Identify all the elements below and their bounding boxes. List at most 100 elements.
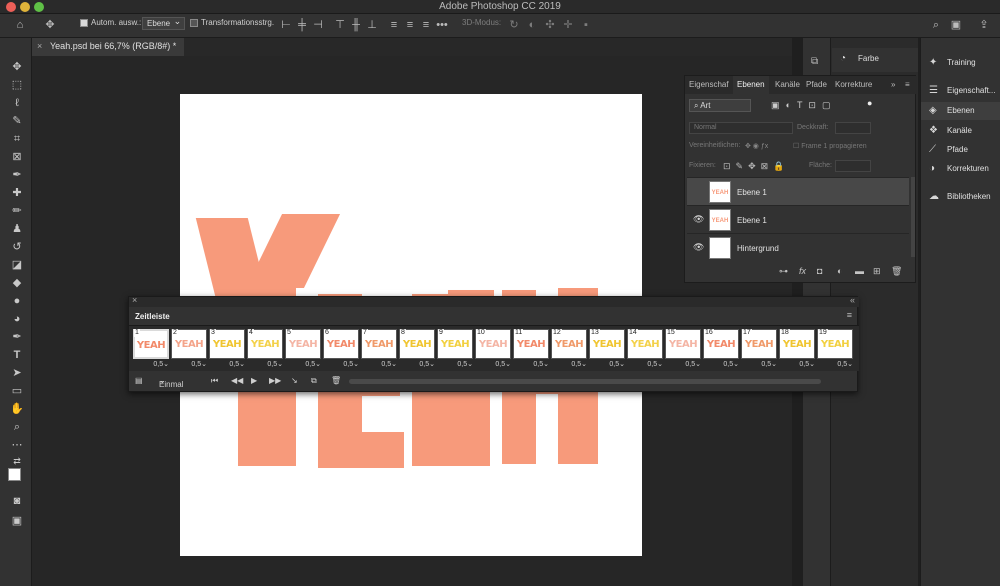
3d-scale-icon[interactable]: ▪: [580, 19, 592, 31]
align-right-icon[interactable]: ⊣: [312, 19, 324, 31]
align-center-icon[interactable]: ╪: [296, 19, 308, 31]
panel-libraries[interactable]: ☁ Bibliotheken: [921, 188, 1000, 206]
dodge-tool-icon[interactable]: ◕: [9, 312, 25, 326]
frame-delay-dropdown[interactable]: 0,5⌄: [817, 360, 853, 368]
previous-frame-icon[interactable]: ◀◀: [231, 376, 243, 385]
panel-layers[interactable]: ◈ Ebenen: [921, 102, 1000, 120]
panel-expand-icon[interactable]: »: [891, 80, 895, 89]
tween-icon[interactable]: ↘: [291, 376, 298, 385]
frame-delay-dropdown[interactable]: 0,5⌄: [171, 360, 207, 368]
layer-row[interactable]: YEAH Ebene 1: [687, 177, 909, 205]
animation-frame[interactable]: YEAH 7 0,5⌄: [361, 329, 397, 369]
animation-frame[interactable]: YEAH 11 0,5⌄: [513, 329, 549, 369]
lasso-tool-icon[interactable]: ℓ: [9, 96, 25, 110]
animation-frame[interactable]: YEAH 12 0,5⌄: [551, 329, 587, 369]
frame-delay-dropdown[interactable]: 0,5⌄: [589, 360, 625, 368]
loop-dropdown[interactable]: Einmal ⌄: [159, 376, 183, 389]
foreground-color-swatch[interactable]: [8, 468, 21, 481]
marquee-tool-icon[interactable]: ⬚: [9, 78, 25, 92]
animation-frame[interactable]: YEAH 13 0,5⌄: [589, 329, 625, 369]
animation-frame[interactable]: YEAH 10 0,5⌄: [475, 329, 511, 369]
healing-brush-tool-icon[interactable]: ✚: [9, 186, 25, 200]
link-layers-icon[interactable]: ⊶: [779, 266, 788, 277]
animation-frame[interactable]: YEAH 2 0,5⌄: [171, 329, 207, 369]
tab-paths[interactable]: Pfade: [806, 80, 827, 89]
color-panel-button[interactable]: ◔ Farbe: [832, 48, 918, 72]
first-frame-icon[interactable]: ⏮: [211, 376, 218, 386]
transform-controls-checkbox[interactable]: Transformationsstrg.: [190, 18, 274, 27]
move-tool-icon[interactable]: ✥: [44, 19, 56, 31]
animation-frame[interactable]: YEAH 15 0,5⌄: [665, 329, 701, 369]
panel-menu-icon[interactable]: ≡: [905, 80, 910, 89]
animation-frame[interactable]: YEAH 16 0,5⌄: [703, 329, 739, 369]
collapse-panel-icon[interactable]: «: [850, 295, 855, 305]
new-group-icon[interactable]: ▬: [855, 266, 864, 276]
workspace-icon[interactable]: ▣: [950, 19, 962, 31]
timeline-tab[interactable]: Zeitleiste: [129, 307, 177, 325]
close-document-icon[interactable]: ×: [37, 41, 42, 51]
timeline-menu-icon[interactable]: ≡: [847, 310, 852, 320]
pen-tool-icon[interactable]: ✒: [9, 330, 25, 344]
frame-delay-dropdown[interactable]: 0,5⌄: [323, 360, 359, 368]
blend-mode-dropdown[interactable]: Normal: [689, 122, 793, 134]
animation-frame[interactable]: YEAH 14 0,5⌄: [627, 329, 663, 369]
frame-tool-icon[interactable]: ⊠: [9, 150, 25, 164]
frame-delay-dropdown[interactable]: 0,5⌄: [209, 360, 245, 368]
type-tool-icon[interactable]: T: [9, 348, 25, 362]
layer-filter-dropdown[interactable]: ⌕ Art: [689, 99, 751, 112]
tab-properties[interactable]: Eigenschaf: [689, 80, 729, 89]
quick-mask-icon[interactable]: ◙: [9, 494, 25, 508]
animation-frame[interactable]: YEAH 5 0,5⌄: [285, 329, 321, 369]
panel-channels[interactable]: ❖ Kanäle: [921, 122, 1000, 140]
auto-select-dropdown[interactable]: Ebene: [142, 16, 186, 30]
search-icon[interactable]: ⌕: [930, 19, 942, 31]
animation-frame[interactable]: YEAH 18 0,5⌄: [779, 329, 815, 369]
eyedropper-tool-icon[interactable]: ✒: [9, 168, 25, 182]
frame-delay-dropdown[interactable]: 0,5⌄: [551, 360, 587, 368]
animation-frame[interactable]: YEAH 9 0,5⌄: [437, 329, 473, 369]
distribute-bottom-icon[interactable]: ≡: [420, 19, 432, 31]
auto-select-checkbox[interactable]: Autom. ausw.:: [80, 18, 141, 27]
align-middle-icon[interactable]: ╫: [350, 19, 362, 31]
fx-icon[interactable]: fx: [799, 266, 806, 276]
filter-toggle-icon[interactable]: ●: [867, 98, 872, 108]
layer-filter-icons[interactable]: ▣◐T⊡▢: [771, 100, 836, 111]
more-options-icon[interactable]: •••: [436, 19, 448, 31]
distribute-middle-icon[interactable]: ≡: [404, 19, 416, 31]
paint-bucket-tool-icon[interactable]: ◆: [9, 276, 25, 290]
tab-adjustments[interactable]: Korrekture: [835, 80, 872, 89]
tab-layers[interactable]: Ebenen: [733, 76, 769, 94]
frame-delay-dropdown[interactable]: 0,5⌄: [665, 360, 701, 368]
new-layer-icon[interactable]: ⊞: [873, 266, 881, 277]
frame-delay-dropdown[interactable]: 0,5⌄: [133, 360, 169, 368]
animation-frame[interactable]: YEAH 4 0,5⌄: [247, 329, 283, 369]
eraser-tool-icon[interactable]: ◪: [9, 258, 25, 272]
frame-delay-dropdown[interactable]: 0,5⌄: [437, 360, 473, 368]
rectangle-tool-icon[interactable]: ▭: [9, 384, 25, 398]
quick-select-tool-icon[interactable]: ✎: [9, 114, 25, 128]
screen-mode-icon[interactable]: ▣: [9, 514, 25, 528]
document-tab[interactable]: × Yeah.psd bei 66,7% (RGB/8#) *: [32, 38, 185, 56]
panel-paths[interactable]: ⟋ Pfade: [921, 141, 1000, 159]
home-icon[interactable]: ⌂: [14, 19, 26, 31]
layers-scrollbar[interactable]: [911, 177, 915, 257]
animation-frame[interactable]: YEAH 8 0,5⌄: [399, 329, 435, 369]
3d-roll-icon[interactable]: ◐: [526, 19, 538, 31]
frame-delay-dropdown[interactable]: 0,5⌄: [247, 360, 283, 368]
close-panel-icon[interactable]: ×: [132, 295, 137, 305]
3d-orbit-icon[interactable]: ↻: [508, 19, 520, 31]
play-icon[interactable]: ▶: [251, 376, 257, 385]
fill-field[interactable]: [835, 160, 871, 172]
frame-delay-dropdown[interactable]: 0,5⌄: [627, 360, 663, 368]
frame-delay-dropdown[interactable]: 0,5⌄: [741, 360, 777, 368]
convert-to-video-icon[interactable]: ▤: [135, 376, 143, 385]
move-tool-icon[interactable]: ✥: [9, 60, 25, 74]
timeline-scrollbar[interactable]: [349, 379, 821, 384]
align-top-icon[interactable]: ⊤: [334, 19, 346, 31]
frame-delay-dropdown[interactable]: 0,5⌄: [285, 360, 321, 368]
share-icon[interactable]: ⇪: [978, 19, 990, 31]
panel-training[interactable]: ✦ Training: [921, 54, 1000, 72]
frame-delay-dropdown[interactable]: 0,5⌄: [513, 360, 549, 368]
panel-adjustments[interactable]: ◑ Korrekturen: [921, 160, 1000, 178]
duplicate-frame-icon[interactable]: ⧉: [311, 376, 317, 386]
